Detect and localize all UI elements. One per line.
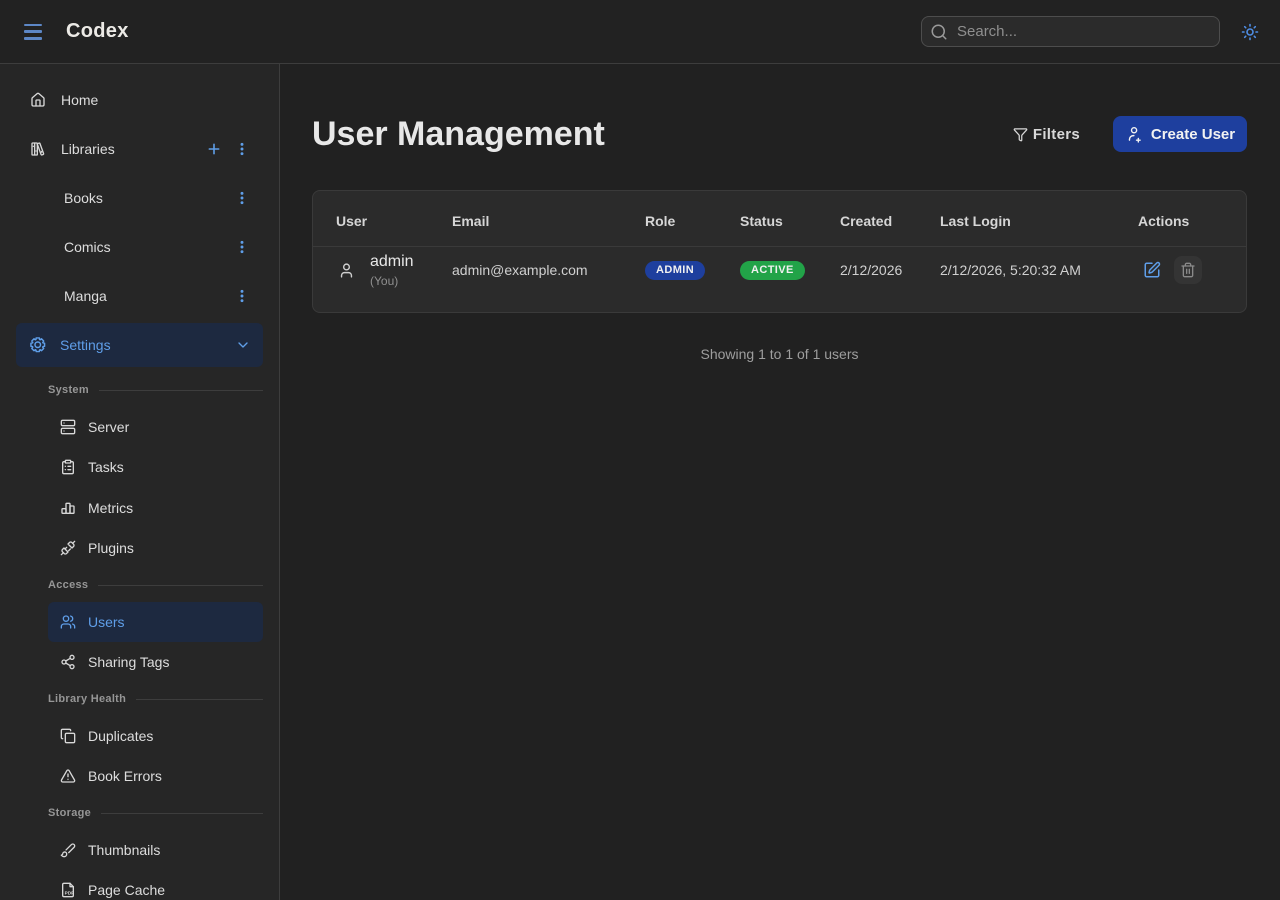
svg-text:PDF: PDF	[65, 891, 74, 896]
